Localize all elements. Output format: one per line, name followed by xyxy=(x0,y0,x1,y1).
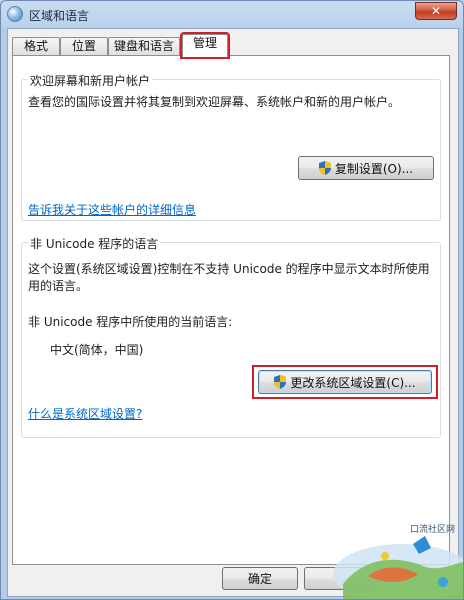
close-button[interactable]: ✕ xyxy=(415,2,457,20)
ok-button[interactable]: 确定 xyxy=(222,567,298,590)
close-icon: ✕ xyxy=(430,4,442,18)
copy-settings-button[interactable]: 复制设置(O)... xyxy=(298,156,434,180)
cancel-button-partial[interactable] xyxy=(304,567,380,590)
copy-settings-label: 复制设置(O)... xyxy=(334,161,414,176)
region-language-window: 区域和语言 ✕ 格式 位置 键盘和语言 管理 欢迎屏幕和新用户帐户 查看您的国际… xyxy=(0,0,464,600)
tab-panel-administrative: 欢迎屏幕和新用户帐户 查看您的国际设置并将其复制到欢迎屏幕、系统帐户和新的用户帐… xyxy=(12,55,450,565)
dialog-client-area: 格式 位置 键盘和语言 管理 欢迎屏幕和新用户帐户 查看您的国际设置并将其复制到… xyxy=(7,28,459,597)
current-language-value: 中文(简体，中国) xyxy=(50,343,144,357)
window-title: 区域和语言 xyxy=(29,9,90,23)
tab-administrative[interactable]: 管理 xyxy=(180,32,230,59)
account-details-link[interactable]: 告诉我关于这些帐户的详细信息 xyxy=(28,201,196,218)
non-unicode-group-title: 非 Unicode 程序的语言 xyxy=(28,235,161,252)
non-unicode-description-line1: 这个设置(系统区域设置)控制在不支持 Unicode 的程序中显示文本时所使用 xyxy=(28,262,430,276)
uac-shield-icon xyxy=(318,161,331,175)
title-bar[interactable]: 区域和语言 ✕ xyxy=(1,1,463,27)
welcome-description: 查看您的国际设置并将其复制到欢迎屏幕、系统帐户和新的用户帐户。 xyxy=(28,95,401,109)
change-system-locale-label: 更改系统区域设置(C)... xyxy=(290,375,416,390)
tab-formats[interactable]: 格式 xyxy=(12,37,60,56)
tab-location[interactable]: 位置 xyxy=(60,37,108,56)
non-unicode-description-line2: 用的语言。 xyxy=(28,279,89,293)
what-is-system-locale-link[interactable]: 什么是系统区域设置? xyxy=(28,405,142,422)
welcome-group-title: 欢迎屏幕和新用户帐户 xyxy=(28,72,153,89)
welcome-group: 欢迎屏幕和新用户帐户 查看您的国际设置并将其复制到欢迎屏幕、系统帐户和新的用户帐… xyxy=(21,72,441,221)
watermark-text: 口流社区网 xyxy=(409,525,455,535)
globe-icon xyxy=(7,6,23,22)
tab-keyboards[interactable]: 键盘和语言 xyxy=(108,37,180,56)
current-language-label: 非 Unicode 程序中所使用的当前语言: xyxy=(28,315,233,329)
non-unicode-group: 非 Unicode 程序的语言 这个设置(系统区域设置)控制在不支持 Unico… xyxy=(21,235,441,438)
uac-shield-icon xyxy=(274,375,287,389)
change-system-locale-button[interactable]: 更改系统区域设置(C)... xyxy=(258,370,432,394)
